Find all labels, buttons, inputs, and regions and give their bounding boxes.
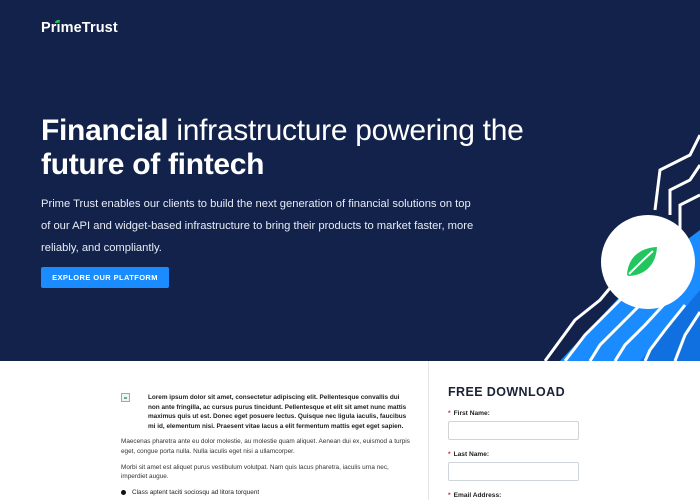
- first-name-label-text: First Name:: [453, 410, 490, 417]
- logo[interactable]: PrimeTrust: [41, 20, 118, 36]
- email-label: * Email Address:: [448, 492, 688, 499]
- leaf-icon: [627, 247, 657, 276]
- required-marker: *: [448, 451, 451, 458]
- article-paragraph: Morbi sit amet est aliquet purus vestibu…: [121, 463, 389, 481]
- hero-section: PrimeTrust Financial infrastructure powe…: [0, 0, 700, 361]
- first-name-label: * First Name:: [448, 410, 688, 417]
- hero-description: Prime Trust enables our clients to build…: [41, 198, 474, 254]
- article-lead: Lorem ipsum dolor sit amet, consectetur …: [148, 394, 407, 430]
- download-form: FREE DOWNLOAD * First Name: * Last Name: *…: [448, 385, 688, 499]
- required-marker: *: [448, 410, 451, 417]
- last-name-field[interactable]: [448, 462, 579, 481]
- article-lead-block: Lorem ipsum dolor sit amet, consectetur …: [121, 393, 411, 431]
- form-title: FREE DOWNLOAD: [448, 385, 565, 399]
- email-label-text: Email Address:: [453, 492, 502, 499]
- headline-line2: future of fintech: [41, 148, 265, 181]
- bullet-icon: [121, 490, 126, 496]
- logo-text: PrimeTrust: [41, 20, 118, 36]
- hero-headline: Financial infrastructure powering the fu…: [41, 114, 601, 182]
- headline-rest: infrastructure powering the: [168, 114, 524, 147]
- article-paragraph: Maecenas pharetra ante eu dolor molestie…: [121, 438, 410, 455]
- content-section: Lorem ipsum dolor sit amet, consectetur …: [0, 361, 700, 500]
- last-name-label-text: Last Name:: [453, 451, 490, 458]
- last-name-label: * Last Name:: [448, 451, 688, 458]
- column-divider: [428, 361, 429, 500]
- headline-bold: Financial: [41, 114, 169, 147]
- required-marker: *: [448, 492, 451, 499]
- list-item-text: Class aptent taciti sociosqu ad litora t…: [132, 488, 260, 496]
- first-name-field[interactable]: [448, 421, 579, 440]
- list-item: Class aptent taciti sociosqu ad litora t…: [121, 488, 411, 498]
- explore-platform-button[interactable]: EXPLORE OUR PLATFORM: [41, 267, 169, 288]
- article-body: Lorem ipsum dolor sit amet, consectetur …: [121, 387, 411, 497]
